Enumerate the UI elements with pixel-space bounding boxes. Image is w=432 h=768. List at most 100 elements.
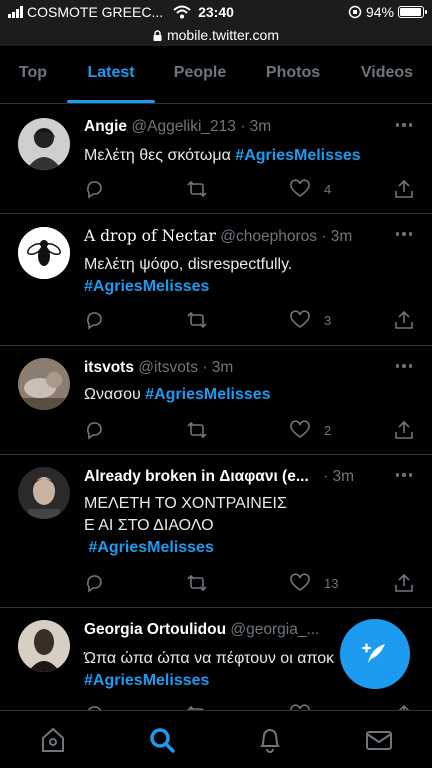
tab-videos[interactable]: Videos — [352, 46, 422, 103]
orientation-lock-icon — [348, 5, 362, 19]
tab-label: Latest — [87, 64, 135, 81]
tweet-actions: 2 — [84, 420, 414, 442]
tweet-actions: 4 — [84, 179, 414, 201]
bell-icon[interactable] — [255, 725, 285, 755]
user-handle[interactable]: @georgia_... — [230, 621, 319, 638]
display-name[interactable]: itsvots — [84, 359, 134, 376]
lock-icon — [153, 29, 162, 41]
retweet-icon[interactable] — [186, 310, 208, 330]
reply-icon[interactable] — [84, 573, 104, 593]
bottom-nav — [0, 710, 432, 768]
heart-icon — [290, 179, 310, 197]
compose-tweet-button[interactable] — [340, 619, 410, 689]
reply-icon[interactable] — [84, 310, 104, 330]
avatar[interactable] — [18, 118, 70, 170]
heart-icon — [290, 573, 310, 591]
user-handle[interactable]: @itsvots — [138, 359, 198, 376]
avatar[interactable] — [18, 467, 70, 519]
share-icon[interactable] — [394, 179, 414, 199]
tweet[interactable]: itsvots @itsvots · 3m Ωνασου #AgriesMeli… — [0, 346, 432, 455]
tweet-actions: 3 — [84, 310, 414, 332]
more-icon[interactable] — [395, 232, 412, 236]
avatar[interactable] — [18, 620, 70, 672]
like-button[interactable]: 4 — [290, 179, 331, 199]
retweet-icon[interactable] — [186, 179, 208, 199]
search-tabs: Top Latest People Photos Videos — [0, 46, 432, 104]
tweet-header: A drop of Nectar @choephoros · 3m — [84, 227, 352, 246]
battery-icon — [398, 6, 427, 18]
tweet-time[interactable]: · 3m — [240, 118, 271, 135]
mail-icon[interactable] — [364, 725, 394, 755]
tab-latest[interactable]: Latest — [67, 46, 155, 103]
tweet-text: Ώπα ώπα ώπα να πέφτουν οι αποκ #AgriesMe… — [84, 648, 334, 692]
tweet-text: ΜΕΛΕΤΗ ΤΟ ΧΟΝΤΡΑΙΝΕΙΣ Ε ΑΙ ΣΤΟ ΔΙΑΟΛΟ #A… — [84, 493, 287, 559]
like-count: 2 — [324, 422, 332, 438]
tab-people[interactable]: People — [163, 46, 237, 103]
share-icon[interactable] — [394, 310, 414, 330]
like-count: 3 — [324, 312, 332, 328]
tweet-text: Μελέτη ψόφο, disrespectfully. #AgriesMel… — [84, 254, 292, 298]
tweet-text-line: ΜΕΛΕΤΗ ΤΟ ΧΟΝΤΡΑΙΝΕΙΣ — [84, 495, 287, 512]
tweet-header: itsvots @itsvots · 3m — [84, 359, 233, 377]
like-count: 13 — [324, 575, 339, 591]
hashtag-link[interactable]: #AgriesMelisses — [84, 537, 287, 559]
compose-tweet-icon — [361, 643, 385, 663]
tweet-time[interactable]: · 3m — [202, 359, 233, 376]
reply-icon[interactable] — [84, 420, 104, 440]
user-handle[interactable]: @Aggeliki_213 — [131, 118, 236, 135]
tab-top[interactable]: Top — [8, 46, 58, 103]
avatar[interactable] — [18, 227, 70, 279]
tab-label: Top — [18, 64, 48, 81]
display-name[interactable]: Angie — [84, 118, 127, 135]
avatar[interactable] — [18, 358, 70, 410]
reply-icon[interactable] — [84, 179, 104, 199]
user-handle[interactable]: @choephoros — [220, 228, 317, 245]
tweet-text-plain: Ώπα ώπα ώπα να πέφτουν οι αποκ — [84, 650, 335, 667]
tweet-text-line: Ε ΑΙ ΣΤΟ ΔΙΑΟΛΟ — [84, 517, 214, 534]
tweet-header: Angie @Aggeliki_213 · 3m — [84, 118, 271, 136]
tweet-text-plain: Μελέτη ψόφο, disrespectfully. — [84, 256, 293, 273]
tweet-text-plain: Ωνασου — [84, 386, 146, 403]
tweet-time[interactable]: · 3m — [321, 228, 352, 245]
tab-label: Photos — [265, 64, 321, 81]
tweet-text: Μελέτη θες σκότωμα #AgriesMelisses — [84, 145, 361, 167]
tweet[interactable]: A drop of Nectar @choephoros · 3m Μελέτη… — [0, 214, 432, 346]
heart-icon — [290, 420, 310, 438]
tweet-actions: 13 — [84, 573, 414, 595]
tweet-text-plain: Μελέτη θες σκότωμα — [84, 147, 236, 164]
display-name[interactable]: Georgia Ortoulidou — [84, 621, 226, 638]
display-name[interactable]: Already broken in Διαφανι (e... — [84, 468, 309, 485]
like-button[interactable]: 13 — [290, 573, 338, 593]
url-bar[interactable]: mobile.twitter.com — [0, 24, 432, 46]
tweet[interactable]: Already broken in Διαφανι (e... · 3m ΜΕΛ… — [0, 455, 432, 608]
retweet-icon[interactable] — [186, 573, 208, 593]
like-count: 4 — [324, 181, 332, 197]
battery-percent: 94% — [365, 4, 394, 20]
like-button[interactable]: 3 — [290, 310, 331, 330]
hashtag-link[interactable]: #AgriesMelisses — [235, 147, 360, 164]
share-icon[interactable] — [394, 420, 414, 440]
display-name[interactable]: A drop of Nectar — [84, 227, 216, 245]
active-tab-indicator — [67, 100, 155, 103]
tweet-time[interactable]: · 3m — [323, 468, 354, 485]
more-icon[interactable] — [395, 473, 412, 477]
more-icon[interactable] — [395, 364, 412, 368]
tab-label: Videos — [360, 64, 414, 81]
tab-photos[interactable]: Photos — [255, 46, 331, 103]
hashtag-link[interactable]: #AgriesMelisses — [145, 386, 270, 403]
like-button[interactable]: 2 — [290, 420, 331, 440]
retweet-icon[interactable] — [186, 420, 208, 440]
hashtag-link[interactable]: #AgriesMelisses — [84, 276, 292, 298]
share-icon[interactable] — [394, 573, 414, 593]
more-icon[interactable] — [395, 123, 412, 127]
tab-label: People — [173, 64, 227, 81]
url-text: mobile.twitter.com — [166, 27, 280, 43]
tweet-text: Ωνασου #AgriesMelisses — [84, 384, 271, 406]
status-bar: COSMOTE GREEC... 23:40 94% — [0, 0, 432, 24]
status-right: 94% — [348, 4, 427, 20]
hashtag-link[interactable]: #AgriesMelisses — [84, 670, 334, 692]
search-icon[interactable] — [147, 725, 177, 755]
tweet-header: Georgia Ortoulidou @georgia_... — [84, 621, 319, 639]
tweet[interactable]: Angie @Aggeliki_213 · 3m Μελέτη θες σκότ… — [0, 105, 432, 214]
home-icon[interactable] — [38, 725, 68, 755]
